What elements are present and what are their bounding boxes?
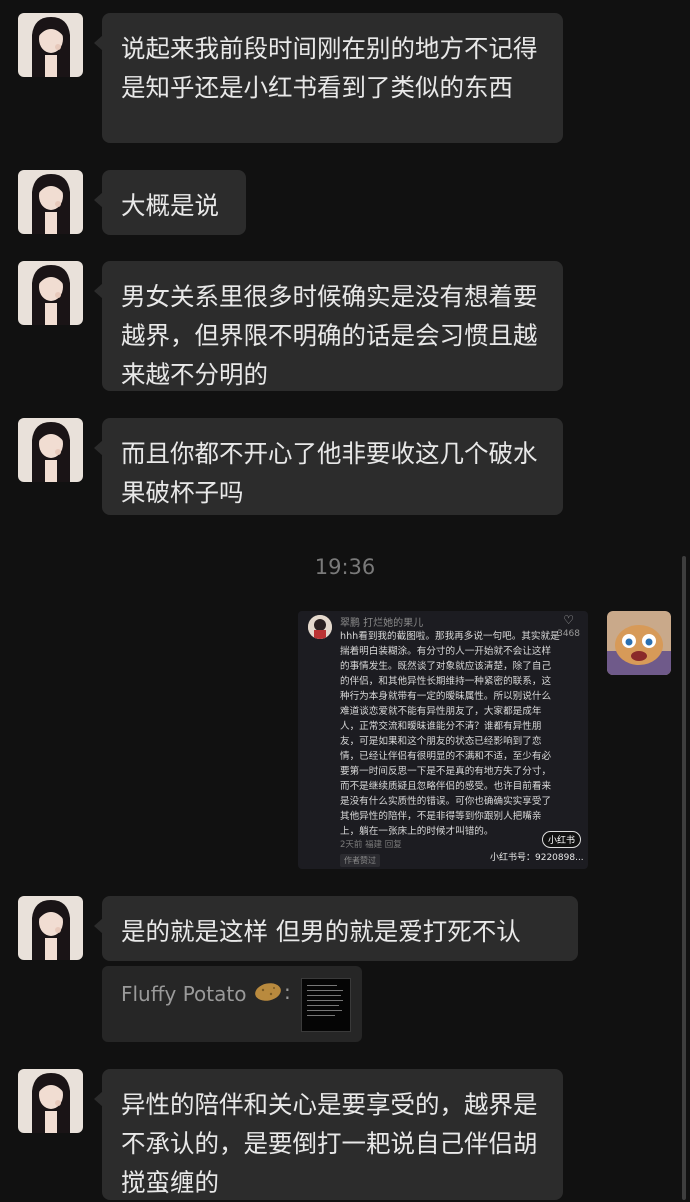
avatar[interactable]: [18, 896, 83, 960]
author-liked-tag: 作者赞过: [340, 854, 380, 867]
self-avatar[interactable]: [607, 611, 671, 675]
message-text: 大概是说: [121, 191, 219, 220]
message-bubble[interactable]: 大概是说: [94, 170, 246, 235]
avatar[interactable]: [18, 418, 83, 482]
message-bubble[interactable]: 是的就是这样 但男的就是爱打死不认: [94, 896, 578, 961]
message-bubble[interactable]: 说起来我前段时间刚在别的地方不记得是知乎还是小红书看到了类似的东西: [94, 13, 563, 143]
message-bubble[interactable]: 而且你都不开心了他非要收这几个破水果破杯子吗: [94, 418, 563, 515]
quoted-reply[interactable]: Fluffy Potato :: [102, 966, 362, 1042]
app-badge: 小红书: [542, 831, 582, 848]
message-text: 男女关系里很多时候确实是没有想着要越界，但界限不明确的话是会习惯且越来越不分明的: [121, 282, 538, 389]
avatar[interactable]: [18, 170, 83, 234]
potato-icon: [254, 982, 282, 1006]
comment-meta: 2天前 福建 回复: [340, 840, 402, 850]
avatar[interactable]: [18, 261, 83, 325]
message-text: 而且你都不开心了他非要收这几个破水果破杯子吗: [121, 439, 538, 507]
comment-author: 翠鹏 打烂她的果儿: [340, 618, 424, 629]
scrollbar[interactable]: [682, 556, 686, 1200]
heart-icon: ♡: [563, 613, 574, 627]
message-text: 是的就是这样 但男的就是爱打死不认: [121, 917, 521, 946]
comment-author-avatar: [308, 615, 332, 639]
timestamp: 19:36: [314, 555, 376, 579]
quote-separator: :: [284, 980, 291, 1004]
message-bubble[interactable]: 男女关系里很多时候确实是没有想着要越界，但界限不明确的话是会习惯且越来越不分明的: [94, 261, 563, 391]
quoted-image-thumbnail[interactable]: [301, 978, 351, 1032]
avatar[interactable]: [18, 13, 83, 77]
image-message[interactable]: 翠鹏 打烂她的果儿 ♡ 3468 hhh看到我的截图啦。那我再多说一句吧。其实就…: [298, 611, 588, 869]
like-count: 3468: [557, 629, 580, 639]
comment-body: hhh看到我的截图啦。那我再多说一句吧。其实就是揣着明白装糊涂。有分寸的人一开始…: [340, 631, 560, 837]
message-text: 说起来我前段时间刚在别的地方不记得是知乎还是小红书看到了类似的东西: [121, 34, 538, 102]
message-bubble[interactable]: 异性的陪伴和关心是要享受的，越界是不承认的，是要倒打一耙说自己伴侣胡搅蛮缠的: [94, 1069, 563, 1200]
avatar[interactable]: [18, 1069, 83, 1133]
watermark: 小红书号：9220898...: [490, 853, 584, 863]
quoted-sender: Fluffy Potato: [121, 982, 247, 1006]
message-text: 异性的陪伴和关心是要享受的，越界是不承认的，是要倒打一耙说自己伴侣胡搅蛮缠的: [121, 1090, 538, 1197]
